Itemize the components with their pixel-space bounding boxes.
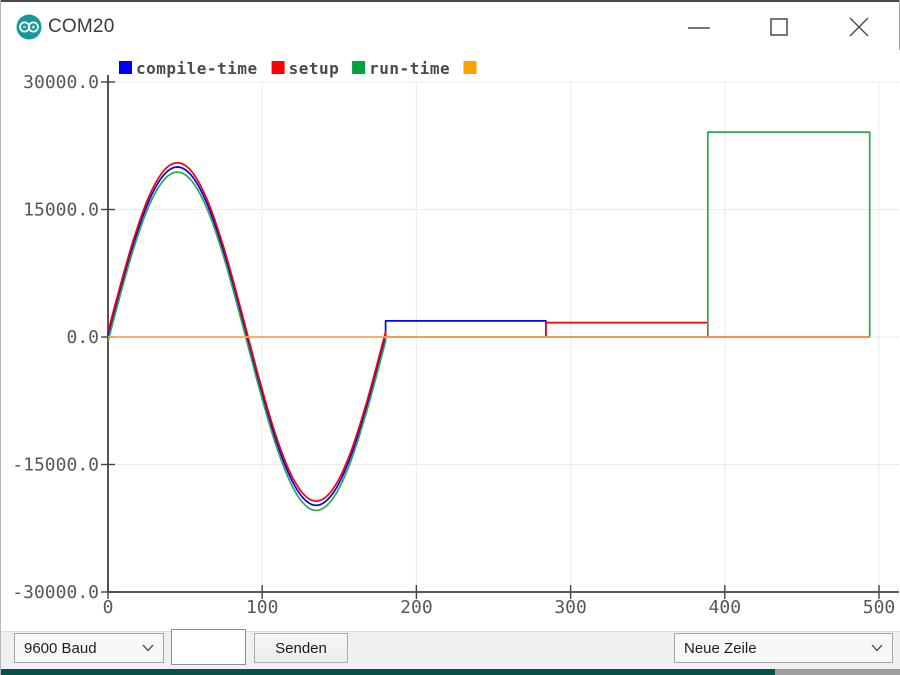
baud-rate-value: 9600 Baud [24, 639, 97, 657]
line-ending-select[interactable]: Neue Zeile [674, 633, 893, 663]
plot-area: -30000.0 -15000.0 0.0 15000.0 30000.0 0 100 200… [1, 50, 900, 631]
svg-text:setup: setup [289, 59, 340, 78]
baud-rate-select[interactable]: 9600 Baud [14, 633, 164, 663]
serial-plotter-chart: -30000.0 -15000.0 0.0 15000.0 30000.0 0 100 200… [12, 59, 899, 618]
window-title: COM20 [48, 16, 115, 37]
serial-toolbar: 9600 Baud Senden Neue Zeile [1, 629, 900, 669]
svg-text:30000.0: 30000.0 [23, 72, 99, 93]
svg-text:100: 100 [246, 597, 279, 618]
send-button[interactable]: Senden [254, 633, 348, 663]
svg-text:0.0: 0.0 [66, 327, 99, 348]
line-ending-value: Neue Zeile [684, 639, 757, 657]
serial-message-input[interactable] [171, 629, 246, 665]
titlebar: COM20 [1, 0, 899, 50]
minimize-button[interactable] [677, 6, 721, 48]
svg-text:500: 500 [863, 597, 896, 618]
maximize-button[interactable] [757, 6, 801, 48]
svg-text:-15000.0: -15000.0 [12, 455, 99, 476]
chevron-down-icon [871, 644, 883, 652]
arduino-icon [16, 14, 42, 40]
svg-text:0: 0 [103, 597, 114, 618]
close-button[interactable] [837, 6, 881, 48]
serial-plotter-window: COM20 -30000.0 -15000.0 0.0 15000.0 300 0 [0, 0, 900, 675]
window-bottom-edge [1, 669, 900, 675]
close-icon [849, 17, 869, 37]
maximize-icon [770, 18, 788, 36]
minimize-icon [688, 27, 710, 29]
chevron-down-icon [142, 644, 154, 652]
svg-text:compile-time: compile-time [136, 59, 258, 78]
svg-text:run-time: run-time [369, 59, 450, 78]
window-controls [641, 6, 881, 48]
svg-text:15000.0: 15000.0 [23, 200, 99, 221]
svg-text:200: 200 [400, 597, 433, 618]
svg-text:-30000.0: -30000.0 [12, 582, 99, 603]
svg-text:300: 300 [554, 597, 587, 618]
svg-text:400: 400 [709, 597, 742, 618]
